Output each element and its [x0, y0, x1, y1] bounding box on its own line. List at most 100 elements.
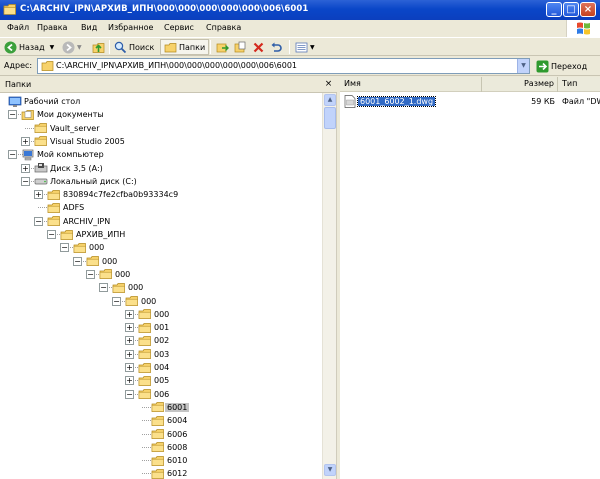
menu-favorites[interactable]: Избранное [108, 23, 153, 32]
tree-node[interactable]: Рабочий стол [8, 95, 82, 108]
forward-button[interactable]: ▼ [62, 39, 82, 55]
tree-node[interactable]: ADFS [47, 201, 86, 214]
expand-icon[interactable]: + [125, 363, 134, 372]
tree-node-label: 003 [154, 349, 170, 359]
tree-node-label: Visual Studio 2005 [50, 136, 125, 146]
menu-edit[interactable]: Правка [37, 23, 67, 32]
chevron-down-icon[interactable]: ▼ [77, 44, 82, 51]
folders-button[interactable]: Папки [160, 39, 210, 55]
collapse-icon[interactable]: − [125, 389, 134, 399]
file-list: 6001_6002_1.dwg 59 КБ Файл "DW [340, 92, 600, 479]
folders-icon [164, 42, 177, 52]
tree-node[interactable]: 006 [138, 388, 171, 401]
tree-node[interactable]: Локальный диск (C:) [34, 175, 139, 188]
copy-to-button[interactable] [234, 39, 249, 55]
collapse-icon[interactable]: − [86, 269, 95, 279]
collapse-icon[interactable]: − [34, 216, 43, 226]
scrollbar-thumb[interactable] [324, 107, 336, 129]
collapse-icon[interactable]: − [99, 283, 108, 293]
address-input[interactable]: C:\ARCHIV_IPN\АРХИВ_ИПН\000\000\000\000\… [37, 58, 530, 74]
tree-node[interactable]: Visual Studio 2005 [34, 135, 127, 148]
close-button[interactable]: × [580, 2, 596, 17]
tree-node[interactable]: 6010 [151, 454, 189, 467]
chevron-down-icon[interactable]: ▼ [310, 44, 315, 51]
up-folder-button[interactable] [92, 39, 107, 55]
move-to-button[interactable] [216, 39, 231, 55]
file-name-cell: 6001_6002_1.dwg [344, 95, 437, 108]
tree-node[interactable]: 001 [138, 321, 171, 334]
menu-help[interactable]: Справка [206, 23, 241, 32]
file-row[interactable]: 6001_6002_1.dwg 59 КБ Файл "DW [340, 95, 600, 108]
expand-icon[interactable]: + [21, 163, 30, 173]
tree-node[interactable]: 6006 [151, 428, 189, 441]
go-button[interactable]: Переход [536, 58, 587, 74]
tree-node[interactable]: 004 [138, 361, 171, 374]
move-to-icon [216, 43, 229, 52]
column-header-size[interactable]: Размер [482, 77, 558, 92]
tree-node[interactable]: 003 [138, 348, 171, 361]
tree-node[interactable]: 830894c7fe2cfba0b93334c9 [47, 188, 180, 201]
tree-node[interactable]: Мой компьютер [21, 148, 106, 161]
tree-node[interactable]: 6008 [151, 441, 189, 454]
collapse-icon[interactable]: − [112, 296, 121, 306]
minimize-button[interactable]: _ [546, 2, 562, 17]
delete-button[interactable] [252, 39, 267, 55]
undo-button[interactable] [270, 39, 285, 55]
scroll-down-icon[interactable]: ▼ [324, 464, 336, 476]
collapse-icon[interactable]: − [60, 243, 69, 253]
tree-node[interactable]: 002 [138, 334, 171, 347]
maximize-button[interactable]: □ [563, 2, 579, 17]
tree-node[interactable]: 000 [138, 308, 171, 321]
tree-node[interactable]: 005 [138, 374, 171, 387]
views-icon [295, 42, 308, 52]
expand-icon[interactable]: + [125, 376, 134, 386]
tree-node[interactable]: Мои документы [21, 108, 106, 121]
collapse-icon[interactable]: − [73, 256, 82, 266]
expand-icon[interactable]: + [125, 349, 134, 359]
tree-node[interactable]: АРХИВ_ИПН [60, 228, 127, 241]
collapse-icon[interactable]: − [8, 110, 17, 120]
tree-node[interactable]: 000 [112, 281, 145, 294]
back-arrow-icon [4, 41, 17, 53]
expand-icon[interactable]: + [125, 336, 134, 346]
tree-node-label: 6004 [167, 416, 188, 426]
column-header-name[interactable]: Имя [340, 77, 482, 92]
chevron-down-icon[interactable]: ▼ [517, 59, 529, 73]
tree-node[interactable]: 000 [73, 241, 106, 254]
tree-node[interactable]: 6012 [151, 467, 189, 479]
expand-icon[interactable]: + [21, 136, 30, 146]
tree-node[interactable]: Диск 3,5 (A:) [34, 162, 105, 175]
folder-icon [112, 282, 125, 293]
tree-node[interactable]: 000 [99, 268, 132, 281]
tree-node-label: 000 [102, 256, 118, 266]
tree-node[interactable]: 000 [125, 295, 158, 308]
title-bar[interactable]: C:\ARCHIV_IPN\АРХИВ_ИПН\000\000\000\000\… [0, 0, 600, 20]
expand-icon[interactable]: + [125, 323, 134, 333]
views-button[interactable]: ▼ [295, 39, 315, 55]
expand-icon[interactable]: + [125, 309, 134, 319]
back-button[interactable]: Назад ▼ [4, 39, 54, 55]
tree-node[interactable]: Vault_server [34, 122, 102, 135]
collapse-icon[interactable]: − [8, 150, 17, 160]
collapse-icon[interactable]: − [21, 176, 30, 186]
search-label: Поиск [129, 42, 155, 52]
close-icon[interactable]: × [323, 79, 334, 90]
menu-tools[interactable]: Сервис [164, 23, 194, 32]
folder-icon [73, 242, 86, 253]
tree-node[interactable]: 6004 [151, 414, 189, 427]
collapse-icon[interactable]: − [47, 230, 56, 239]
floppy-drive-icon [34, 163, 48, 173]
folder-icon [47, 189, 60, 200]
tree-node[interactable]: 6001 [151, 401, 190, 414]
chevron-down-icon[interactable]: ▼ [50, 44, 55, 51]
search-button[interactable]: Поиск [114, 39, 154, 55]
scroll-up-icon[interactable]: ▲ [324, 94, 336, 106]
tree-node-label: 001 [154, 323, 170, 333]
menu-view[interactable]: Вид [81, 23, 97, 32]
column-header-type[interactable]: Тип [558, 77, 600, 92]
tree-node[interactable]: ARCHIV_IPN [47, 215, 112, 228]
menu-file[interactable]: Файл [7, 23, 29, 32]
tree-scrollbar[interactable]: ▲ ▼ [322, 93, 336, 479]
expand-icon[interactable]: + [34, 190, 43, 200]
tree-node[interactable]: 000 [86, 255, 119, 268]
